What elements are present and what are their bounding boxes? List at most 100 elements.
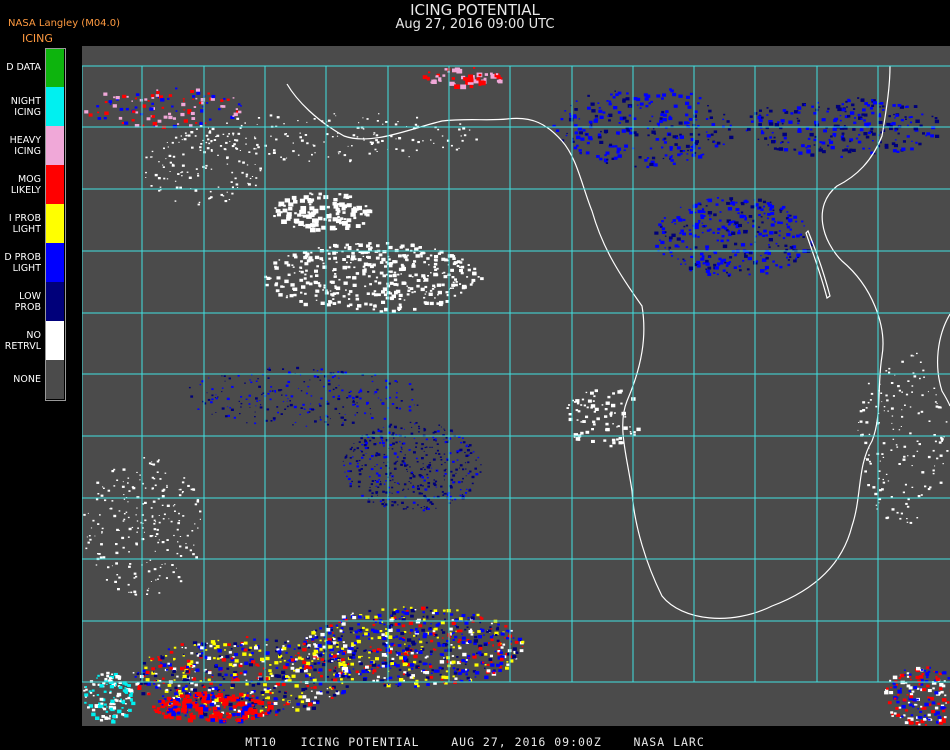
icing-pixel: [121, 700, 126, 704]
icing-pixel: [915, 128, 917, 130]
icing-pixel: [169, 666, 173, 670]
icing-pixel: [719, 211, 722, 213]
icing-pixel: [702, 262, 705, 265]
icing-pixel: [336, 203, 340, 206]
icing-pixel: [111, 673, 113, 675]
icing-pixel: [909, 121, 913, 124]
icing-pixel: [112, 104, 117, 108]
icing-pixel: [622, 98, 626, 102]
icing-pixel: [239, 692, 244, 697]
icing-pixel: [233, 416, 236, 419]
icing-pixel: [210, 150, 213, 152]
icing-pixel: [406, 468, 408, 471]
icing-pixel: [300, 291, 303, 294]
icing-pixel: [109, 691, 112, 694]
icing-pixel: [172, 117, 176, 120]
icing-pixel: [372, 669, 377, 673]
icing-pixel: [192, 665, 196, 668]
icing-pixel: [118, 686, 123, 689]
icing-pixel: [927, 713, 931, 717]
icing-pixel: [830, 146, 835, 150]
icing-pixel: [369, 660, 374, 664]
icing-field-layer: [83, 67, 950, 726]
icing-pixel: [228, 702, 233, 707]
icing-pixel: [429, 665, 433, 668]
icing-pixel: [651, 156, 656, 160]
icing-pixel: [459, 464, 463, 467]
icing-pixel: [100, 494, 104, 497]
icing-pixel: [314, 634, 317, 637]
icing-pixel: [346, 255, 350, 258]
icing-pixel: [830, 135, 833, 138]
icing-pixel: [423, 450, 425, 452]
icing-pixel: [813, 144, 816, 146]
icing-pixel: [211, 94, 215, 97]
icing-pixel: [416, 279, 421, 282]
icing-pixel: [239, 413, 241, 415]
icing-pixel: [362, 117, 364, 119]
icing-pixel: [901, 360, 904, 363]
icing-pixel: [415, 446, 417, 448]
icing-pixel: [442, 609, 446, 612]
icing-pixel: [162, 518, 165, 520]
icing-pixel: [569, 113, 571, 115]
icing-pixel: [607, 115, 610, 117]
icing-pixel: [158, 161, 160, 163]
icing-pixel: [385, 465, 388, 467]
icing-pixel: [722, 258, 727, 262]
icing-pixel: [349, 485, 352, 488]
icing-pixel: [394, 380, 397, 382]
icing-pixel: [709, 215, 711, 217]
icing-pixel: [382, 441, 385, 445]
icing-pixel: [282, 208, 288, 213]
icing-pixel: [922, 132, 925, 135]
icing-pixel: [158, 539, 160, 541]
icing-pixel: [346, 397, 349, 399]
icing-pixel: [284, 261, 289, 265]
icing-pixel: [452, 257, 456, 260]
icing-pixel: [311, 706, 316, 710]
icing-pixel: [362, 626, 365, 630]
icing-pixel: [565, 134, 568, 137]
icing-pixel: [372, 649, 376, 653]
icing-pixel: [399, 678, 404, 682]
icing-pixel: [429, 301, 434, 306]
icing-pixel: [945, 702, 947, 704]
icing-pixel: [663, 217, 666, 219]
icing-pixel: [151, 476, 154, 479]
icing-pixel: [97, 553, 99, 555]
icing-pixel: [393, 616, 397, 619]
icing-pixel: [421, 251, 425, 255]
icing-pixel: [413, 451, 416, 454]
icing-pixel: [442, 146, 444, 149]
icing-pixel: [629, 426, 631, 428]
icing-pixel: [275, 138, 278, 141]
icing-pixel: [376, 141, 380, 144]
icing-pixel: [263, 688, 267, 691]
icing-pixel: [594, 389, 598, 393]
icing-pixel: [440, 629, 443, 631]
icing-pixel: [417, 504, 419, 506]
icing-pixel: [245, 636, 249, 639]
icing-pixel: [211, 676, 214, 678]
icing-pixel: [124, 687, 127, 689]
icing-pixel: [468, 129, 471, 131]
icing-pixel: [778, 147, 784, 151]
icing-pixel: [227, 414, 230, 417]
icing-pixel: [506, 663, 510, 666]
icing-pixel: [192, 553, 195, 556]
icing-pixel: [918, 443, 921, 446]
icing-pixel: [601, 404, 604, 406]
icing-pixel: [115, 675, 120, 679]
icing-pixel: [314, 255, 320, 260]
icing-pixel: [191, 146, 194, 149]
icing-pixel: [295, 668, 300, 673]
icing-pixel: [804, 104, 806, 106]
icing-pixel: [299, 300, 303, 303]
icing-pixel: [233, 143, 236, 146]
icing-pixel: [389, 479, 392, 482]
icing-pixel: [352, 616, 357, 620]
icing-pixel: [327, 119, 331, 122]
icing-pixel: [904, 404, 906, 406]
icing-pixel: [463, 134, 467, 137]
